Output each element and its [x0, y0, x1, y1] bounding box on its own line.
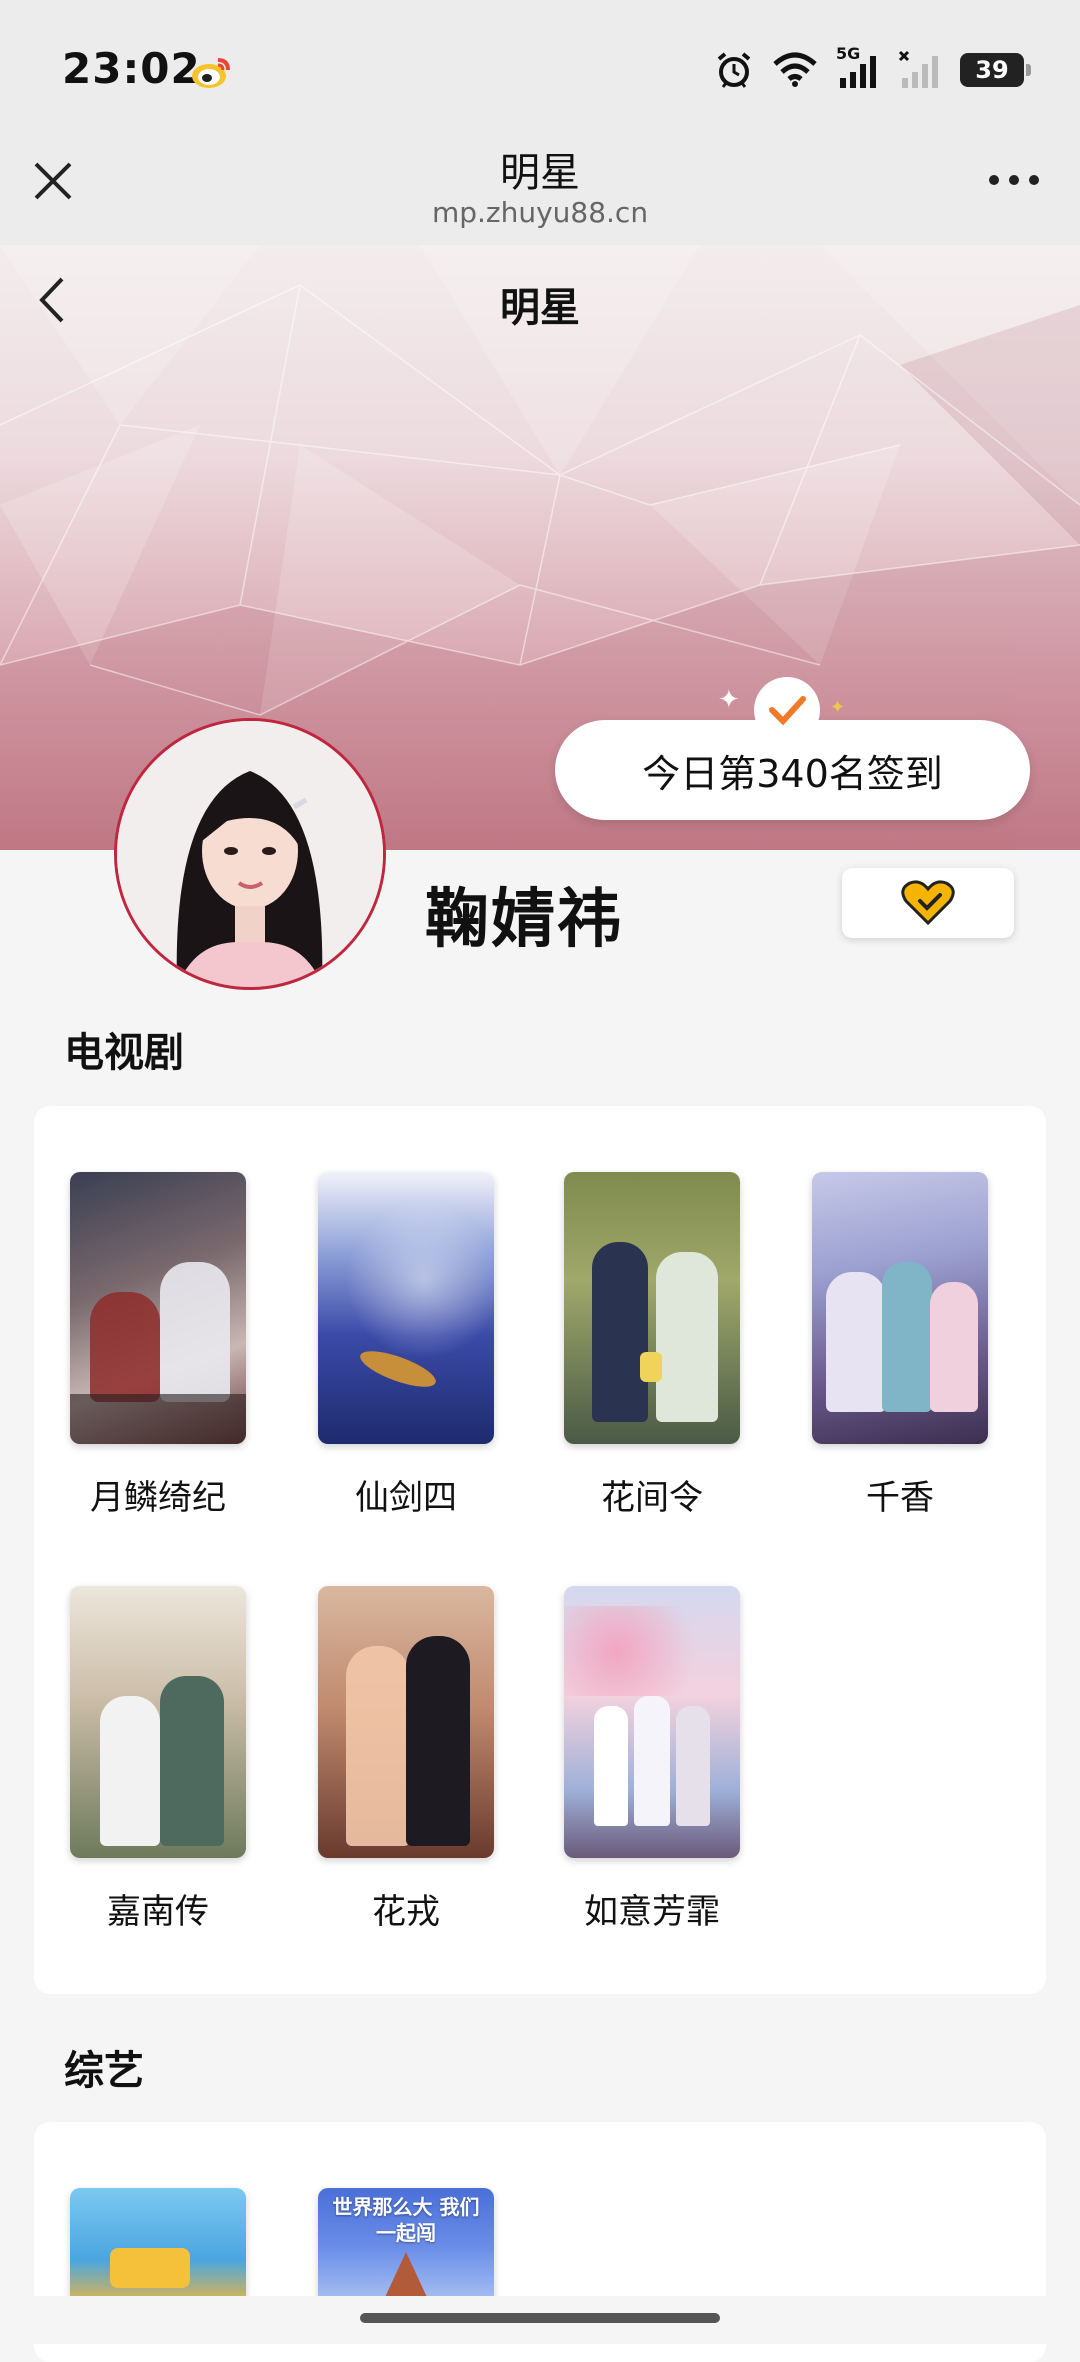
wifi-icon	[773, 52, 817, 87]
alarm-icon	[717, 52, 751, 88]
poster-title: 世界那么大 我们一起闯	[332, 2195, 480, 2245]
item-label: 千香	[866, 1478, 934, 1518]
list-item[interactable]: 月鳞绮纪	[70, 1172, 246, 1519]
page-title: 明星	[500, 285, 580, 331]
variety-section-title: 综艺	[64, 2048, 144, 2094]
list-item[interactable]: 花戎	[318, 1586, 494, 1933]
poster-image	[564, 1172, 740, 1444]
tv-section-title: 电视剧	[64, 1030, 184, 1076]
status-time: 23:02	[62, 44, 201, 93]
list-item[interactable]: 千香	[812, 1172, 988, 1519]
list-item[interactable]: 花间令	[564, 1172, 740, 1519]
battery-level: 39	[975, 56, 1009, 84]
favorite-button[interactable]	[842, 868, 1014, 938]
list-item[interactable]: 世界那么大 我们一起闯	[318, 2188, 494, 2308]
list-item[interactable]	[70, 2188, 246, 2308]
poster-image: 世界那么大 我们一起闯	[318, 2188, 494, 2308]
star-name: 鞠婧祎	[425, 883, 623, 957]
poster-image	[564, 1586, 740, 1858]
star-avatar	[114, 718, 386, 990]
poster-image	[70, 1172, 246, 1444]
browser-url: mp.zhuyu88.cn	[431, 196, 649, 229]
item-label: 花间令	[601, 1478, 703, 1518]
home-indicator[interactable]	[360, 2313, 720, 2323]
list-item[interactable]: 嘉南传	[70, 1586, 246, 1933]
heart-check-icon	[901, 880, 955, 926]
item-label: 仙剑四	[355, 1478, 457, 1518]
sparkle-icon: ✦	[830, 697, 846, 718]
more-icon[interactable]	[986, 170, 1042, 190]
item-label: 如意芳霏	[584, 1892, 720, 1932]
poster-image	[318, 1172, 494, 1444]
status-icons: 5G 39	[714, 44, 1031, 90]
item-label: 嘉南传	[107, 1892, 209, 1932]
weibo-icon	[192, 58, 230, 88]
item-label: 月鳞绮纪	[90, 1478, 226, 1518]
poster-image	[318, 1586, 494, 1858]
sparkle-icon: ✦	[718, 685, 740, 715]
browser-bar: 明星 mp.zhuyu88.cn	[0, 130, 1080, 245]
list-item[interactable]: 仙剑四	[318, 1172, 494, 1519]
signal-5g-icon: 5G	[836, 44, 880, 90]
avatar-portrait	[117, 721, 383, 987]
list-item[interactable]: 如意芳霏	[564, 1586, 740, 1933]
poster-image	[70, 2188, 246, 2308]
item-label: 花戎	[372, 1892, 440, 1932]
signal-weak-icon	[898, 50, 938, 88]
poster-image	[70, 1586, 246, 1858]
battery-icon: 39	[960, 53, 1031, 87]
browser-title: 明星	[500, 150, 580, 196]
check-icon	[754, 677, 820, 743]
status-bar: 23:02 5G 39	[0, 0, 1080, 130]
poster-image	[812, 1172, 988, 1444]
tv-card: 月鳞绮纪 仙剑四 花间令 千香 嘉南传 花戎 如意芳霏	[34, 1106, 1046, 1994]
